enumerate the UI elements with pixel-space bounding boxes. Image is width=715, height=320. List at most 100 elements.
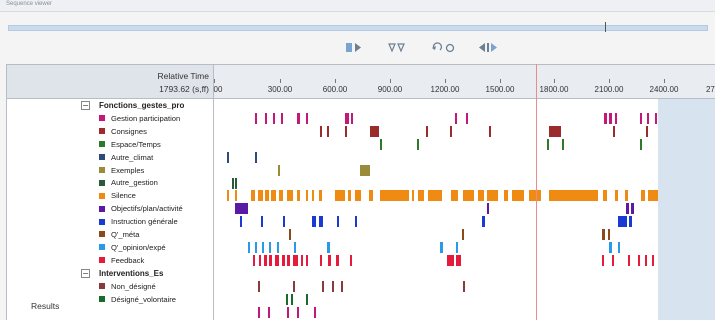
event-bar[interactable] [487, 190, 498, 202]
event-bar[interactable] [253, 254, 255, 266]
event-bar[interactable] [412, 190, 414, 202]
event-bar[interactable] [613, 125, 615, 137]
event-bar[interactable] [327, 125, 329, 137]
event-bar[interactable] [332, 280, 334, 292]
event-bar[interactable] [647, 113, 649, 124]
category-row[interactable]: Instruction générale [81, 215, 214, 228]
event-bar[interactable] [248, 242, 250, 253]
event-bar[interactable] [428, 190, 442, 202]
event-bar[interactable] [306, 254, 308, 266]
category-row[interactable]: Gestion participation [81, 112, 214, 125]
category-row[interactable]: Objectifs/plan/activité [81, 202, 214, 215]
playhead-cursor[interactable] [536, 64, 537, 320]
event-bar[interactable] [615, 113, 617, 124]
event-bar[interactable] [350, 254, 352, 266]
collapse-toggle[interactable]: − [81, 268, 90, 278]
event-bar[interactable] [258, 280, 260, 292]
event-bar[interactable] [456, 242, 458, 253]
event-bar[interactable] [227, 190, 229, 202]
event-bar[interactable] [312, 190, 314, 202]
event-bar[interactable] [337, 216, 339, 228]
event-bar[interactable] [360, 164, 370, 176]
event-bar[interactable] [314, 306, 316, 318]
category-row[interactable]: Exemples [81, 164, 214, 177]
step-frames-button[interactable] [385, 41, 409, 54]
event-bar[interactable] [417, 138, 419, 150]
event-bar[interactable] [463, 280, 465, 292]
event-bar[interactable] [648, 190, 658, 202]
category-row[interactable]: Silence [81, 189, 214, 202]
event-bar[interactable] [641, 190, 645, 202]
event-bar[interactable] [615, 190, 618, 202]
event-bar[interactable] [283, 216, 285, 228]
event-bar[interactable] [297, 306, 299, 318]
event-bar[interactable] [646, 125, 648, 137]
event-bar[interactable] [462, 229, 464, 241]
category-row[interactable]: Espace/Temps [81, 138, 214, 151]
event-bar[interactable] [306, 113, 308, 124]
event-bar[interactable] [512, 190, 524, 202]
event-bar[interactable] [279, 190, 283, 202]
event-bar[interactable] [312, 216, 316, 228]
category-row[interactable]: Feedback [81, 254, 214, 267]
event-bar[interactable] [297, 190, 300, 202]
event-bar[interactable] [426, 125, 428, 137]
event-bar[interactable] [264, 254, 267, 266]
event-bar[interactable] [640, 113, 642, 124]
category-row[interactable]: Désigné_volontaire [81, 293, 214, 306]
event-bar[interactable] [631, 203, 634, 215]
event-bar[interactable] [271, 190, 276, 202]
event-bar[interactable] [265, 190, 269, 202]
category-row[interactable]: Non_désigné [81, 280, 214, 293]
event-bar[interactable] [277, 242, 279, 253]
event-bar[interactable] [604, 113, 607, 124]
event-bar[interactable] [602, 254, 604, 266]
event-bar[interactable] [418, 190, 424, 202]
event-bar[interactable] [319, 190, 322, 202]
event-bar[interactable] [261, 216, 263, 228]
event-bar[interactable] [293, 254, 298, 266]
event-bar[interactable] [455, 113, 457, 124]
event-bar[interactable] [466, 113, 468, 124]
event-bar[interactable] [301, 254, 303, 266]
event-bar[interactable] [235, 190, 237, 202]
event-bar[interactable] [629, 216, 632, 228]
event-bar[interactable] [618, 216, 627, 228]
event-bar[interactable] [380, 190, 409, 202]
event-bar[interactable] [603, 190, 607, 202]
event-bar[interactable] [291, 293, 293, 305]
event-bar[interactable] [269, 254, 272, 266]
play-selection-button[interactable] [343, 41, 365, 54]
event-bar[interactable] [625, 190, 628, 202]
event-bar[interactable] [618, 242, 620, 253]
event-bar[interactable] [286, 293, 288, 305]
event-bar[interactable] [626, 203, 629, 215]
event-bar[interactable] [232, 177, 234, 189]
event-bar[interactable] [652, 254, 654, 266]
event-bar[interactable] [370, 125, 379, 137]
event-bar[interactable] [255, 113, 257, 124]
event-bar[interactable] [640, 138, 642, 150]
event-bar[interactable] [638, 254, 640, 266]
event-bar[interactable] [320, 254, 322, 266]
event-tracks[interactable] [215, 99, 658, 320]
event-bar[interactable] [262, 242, 264, 253]
event-bar[interactable] [602, 229, 605, 241]
event-bar[interactable] [612, 254, 614, 266]
event-bar[interactable] [355, 216, 357, 228]
event-bar[interactable] [549, 125, 561, 137]
event-bar[interactable] [293, 280, 295, 292]
event-bar[interactable] [451, 190, 458, 202]
event-bar[interactable] [380, 138, 382, 150]
rewind-forward-button[interactable] [475, 41, 501, 54]
category-row[interactable]: Autre_gestion [81, 176, 214, 189]
event-bar[interactable] [547, 138, 549, 150]
event-bar[interactable] [235, 203, 248, 215]
event-bar[interactable] [320, 125, 322, 137]
event-bar[interactable] [369, 190, 373, 202]
event-bar[interactable] [240, 216, 242, 228]
event-bar[interactable] [259, 254, 261, 266]
event-bar[interactable] [278, 164, 280, 176]
event-bar[interactable] [336, 254, 339, 266]
event-bar[interactable] [268, 306, 270, 318]
